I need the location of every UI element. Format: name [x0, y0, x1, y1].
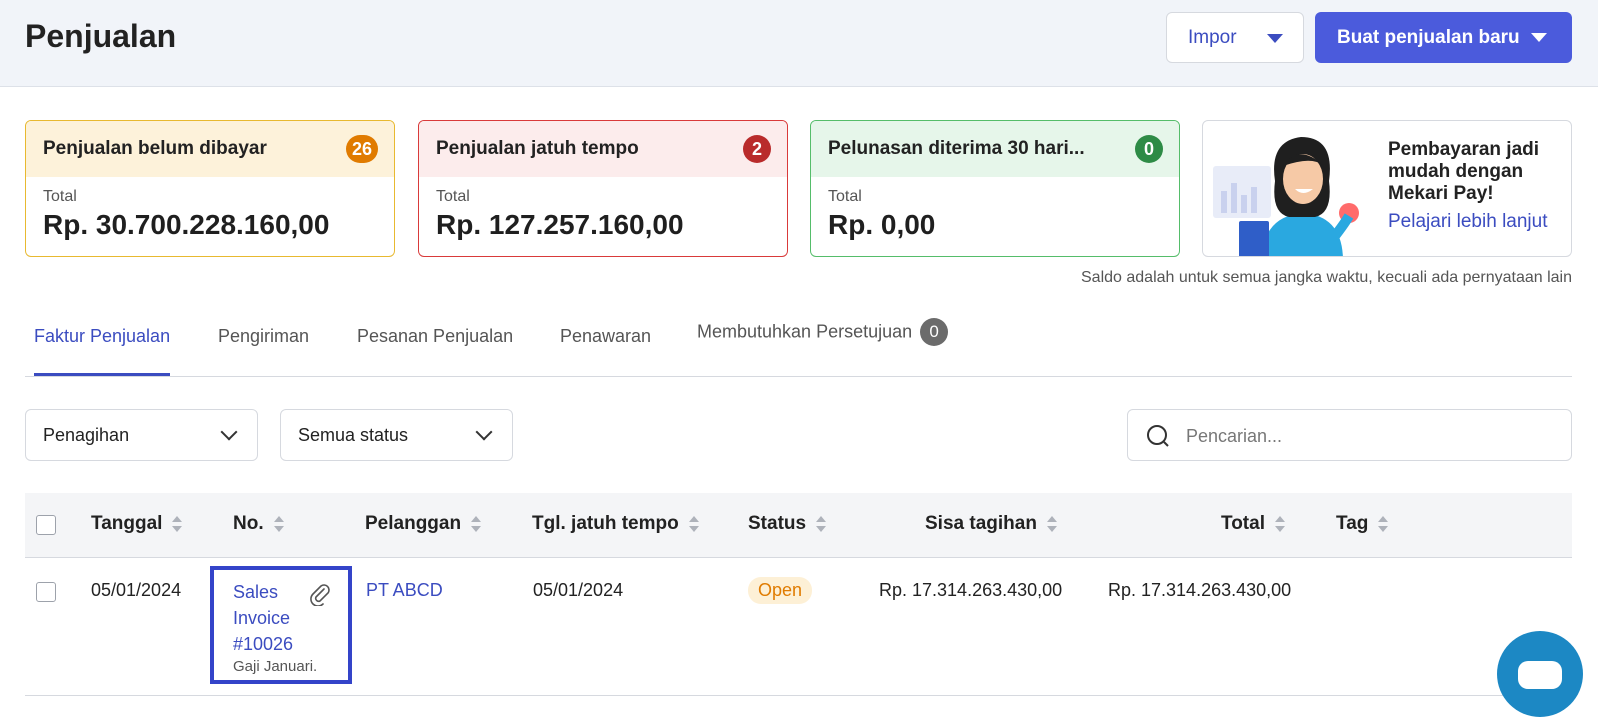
chat-button[interactable] [1497, 631, 1583, 717]
type-filter-value: Penagihan [43, 424, 130, 445]
chevron-down-icon [1267, 34, 1283, 43]
invoice-number-link[interactable]: Sales Invoice #10026 [233, 579, 313, 657]
tab-sales-invoices[interactable]: Faktur Penjualan [34, 326, 171, 376]
import-button-label: Impor [1188, 26, 1237, 48]
search-icon [1147, 425, 1169, 447]
new-sale-button-label: Buat penjualan baru [1337, 26, 1520, 48]
customer-link[interactable]: PT ABCD [366, 580, 443, 601]
promo-text: Pembayaran jadi mudah dengan Mekari Pay! [1388, 139, 1540, 204]
column-header-label: Sisa tagihan [925, 513, 1037, 534]
column-header-number[interactable]: No. [233, 513, 284, 535]
new-sale-button[interactable]: Buat penjualan baru [1315, 12, 1572, 63]
column-header-total[interactable]: Total [1221, 513, 1285, 535]
payments-received-card[interactable]: Pelunasan diterima 30 hari... 0 Total Rp… [810, 120, 1180, 257]
chevron-down-icon [220, 423, 238, 441]
search-box[interactable] [1127, 409, 1572, 461]
card-value: Rp. 0,00 [828, 209, 936, 240]
column-header-label: Total [1221, 513, 1265, 534]
column-header-label: Status [748, 513, 807, 534]
chevron-down-icon [1531, 33, 1547, 42]
card-value: Rp. 127.257.160,00 [436, 209, 684, 240]
sort-icon [816, 516, 827, 532]
import-button[interactable]: Impor [1166, 12, 1304, 63]
balance-note: Saldo adalah untuk semua jangka waktu, k… [1081, 269, 1572, 286]
chevron-down-icon [475, 423, 493, 441]
column-header-status[interactable]: Status [748, 513, 827, 535]
sort-icon [172, 516, 183, 532]
sort-icon [1046, 516, 1057, 532]
sort-icon [273, 516, 284, 532]
row-checkbox[interactable] [36, 582, 56, 602]
column-header-label: Pelanggan [365, 513, 462, 534]
count-badge: 26 [345, 135, 378, 163]
column-header-label: No. [233, 513, 264, 534]
table-row[interactable]: 05/01/2024 Sales Invoice #10026 Gaji Jan… [25, 558, 1572, 696]
tab-shipments[interactable]: Pengiriman [218, 326, 309, 376]
card-label: Total [828, 188, 862, 205]
overdue-sales-card[interactable]: Penjualan jatuh tempo 2 Total Rp. 127.25… [418, 120, 788, 257]
chat-icon [1518, 661, 1562, 689]
attachment-icon[interactable] [308, 582, 332, 606]
sort-icon [471, 516, 482, 532]
sort-icon [1378, 516, 1389, 532]
invoice-description: Gaji Januari. [233, 658, 318, 675]
mekari-pay-promo: Pembayaran jadi mudah dengan Mekari Pay!… [1202, 120, 1572, 257]
promo-learn-more-link[interactable]: Pelajari lebih lanjut [1388, 211, 1548, 233]
sort-icon [688, 516, 699, 532]
cell-total: Rp. 17.314.263.430,00 [1108, 580, 1292, 600]
column-header-customer[interactable]: Pelanggan [365, 513, 482, 535]
invoice-highlight: Sales Invoice #10026 Gaji Januari. [210, 566, 352, 684]
tab-needs-approval-label: Membutuhkan Persetujuan [697, 321, 913, 342]
column-header-label: Tag [1336, 513, 1369, 534]
column-header-due-date[interactable]: Tgl. jatuh tempo [532, 513, 699, 535]
status-badge: Open [748, 577, 813, 604]
column-header-date[interactable]: Tanggal [91, 513, 183, 535]
type-filter-select[interactable]: Penagihan [25, 409, 258, 461]
cell-due-date: 05/01/2024 [533, 580, 624, 600]
count-badge: 0 [920, 318, 949, 346]
count-badge: 0 [1135, 135, 1163, 163]
cell-balance: Rp. 17.314.263.430,00 [879, 580, 1063, 600]
status-filter-value: Semua status [298, 424, 409, 445]
tab-needs-approval[interactable]: Membutuhkan Persetujuan 0 [697, 318, 949, 368]
tab-quotations[interactable]: Penawaran [560, 326, 651, 376]
card-label: Total [43, 188, 77, 205]
tab-bar: Faktur Penjualan Pengiriman Pesanan Penj… [25, 318, 1572, 377]
status-filter-select[interactable]: Semua status [280, 409, 513, 461]
tab-sales-orders[interactable]: Pesanan Penjualan [357, 326, 513, 376]
select-all-checkbox[interactable] [36, 515, 56, 535]
search-input[interactable] [1186, 423, 1556, 449]
card-title: Pelunasan diterima 30 hari... [828, 138, 1085, 159]
card-title: Penjualan belum dibayar [43, 138, 267, 159]
column-header-label: Tgl. jatuh tempo [532, 513, 679, 534]
unpaid-sales-card[interactable]: Penjualan belum dibayar 26 Total Rp. 30.… [25, 120, 395, 257]
column-header-label: Tanggal [91, 513, 163, 534]
cell-date: 05/01/2024 [91, 580, 182, 600]
page-header: Penjualan Impor Buat penjualan baru [0, 0, 1598, 87]
table-header: Tanggal No. Pelanggan Tgl. jatuh tempo S… [25, 493, 1572, 558]
card-label: Total [436, 188, 470, 205]
promo-illustration [1213, 137, 1359, 256]
column-header-tag[interactable]: Tag [1336, 513, 1389, 535]
page-title: Penjualan [25, 18, 177, 54]
card-value: Rp. 30.700.228.160,00 [43, 209, 330, 240]
count-badge: 2 [743, 135, 771, 163]
card-title: Penjualan jatuh tempo [436, 138, 639, 159]
sort-icon [1274, 516, 1285, 532]
column-header-balance[interactable]: Sisa tagihan [925, 513, 1057, 535]
